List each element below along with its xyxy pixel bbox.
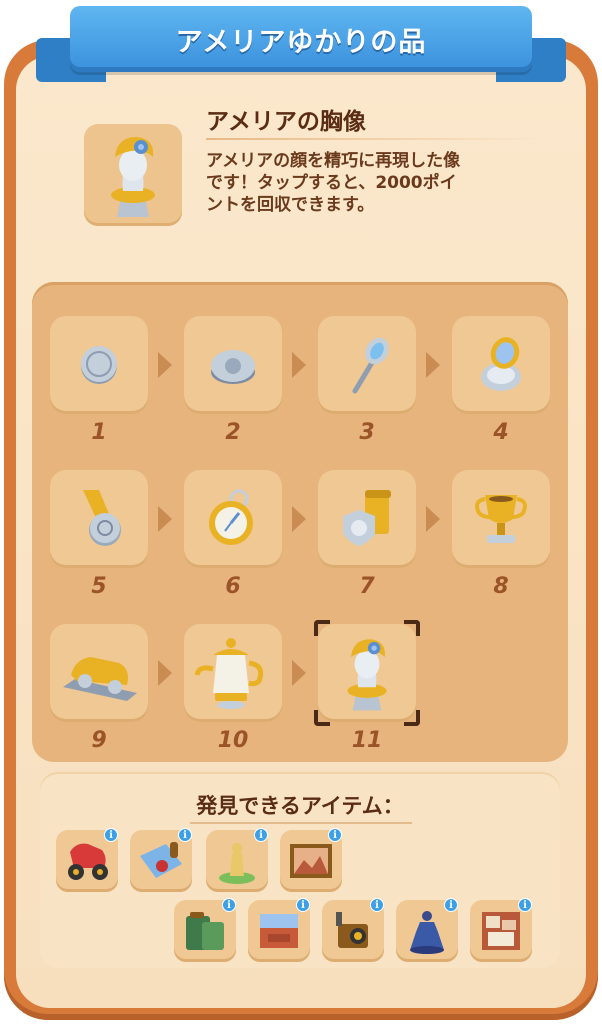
- chain-slot-2[interactable]: [184, 316, 282, 414]
- chain-level-label: 9: [91, 728, 107, 753]
- silver-coin-icon: [81, 346, 117, 384]
- title-underline: [206, 138, 546, 140]
- chain-arrow-icon: [158, 660, 172, 686]
- info-icon[interactable]: i: [328, 828, 342, 842]
- description-line: です！タップすると、2000ポイ: [206, 173, 457, 193]
- letter-wax-seal-icon: [140, 842, 182, 878]
- chain-slot-4[interactable]: [452, 316, 550, 414]
- amelia-bust-icon: [347, 639, 387, 711]
- collage-board-icon: [482, 912, 520, 950]
- chain-arrow-icon: [292, 506, 306, 532]
- chain-level-label: 3: [359, 420, 375, 445]
- chain-level-label: 10: [217, 728, 249, 753]
- info-icon[interactable]: i: [518, 898, 532, 912]
- info-icon[interactable]: i: [222, 898, 236, 912]
- selected-item-name: アメリアの胸像: [206, 109, 366, 135]
- selection-corner: [314, 620, 330, 636]
- hand-mirror-icon: [352, 337, 389, 394]
- info-icon[interactable]: i: [254, 828, 268, 842]
- info-icon[interactable]: i: [444, 898, 458, 912]
- dress-mannequin-icon: [410, 911, 444, 954]
- green-suitcase-icon: [186, 912, 224, 950]
- description-line: ントを回収できます。: [206, 195, 375, 215]
- display-case-icon: [260, 914, 298, 948]
- selection-corner: [404, 620, 420, 636]
- chain-slot-5[interactable]: [50, 470, 148, 568]
- vintage-car-icon: [68, 843, 108, 880]
- dialog-title: アメリアゆかりの品: [175, 26, 427, 58]
- selected-item-frame: [84, 124, 182, 226]
- chain-level-label: 5: [91, 574, 107, 599]
- camera-icon: [336, 912, 368, 948]
- description-line: アメリアの顔を精巧に再現した像: [206, 151, 461, 171]
- chain-slot-7[interactable]: [318, 470, 416, 568]
- amelia-bust-icon: [111, 137, 155, 217]
- car-model-icon: [63, 657, 137, 701]
- chain-level-label: 6: [225, 574, 241, 599]
- chain-level-label: 8: [493, 574, 509, 599]
- chain-slot-1[interactable]: [50, 316, 148, 414]
- chain-arrow-icon: [426, 352, 440, 378]
- chain-slot-3[interactable]: [318, 316, 416, 414]
- chain-arrow-icon: [292, 660, 306, 686]
- painting-icon: [290, 844, 332, 878]
- silver-brooch-icon: [211, 350, 255, 384]
- medal-icon: [83, 490, 121, 546]
- trophy-icon: [475, 495, 527, 543]
- pocket-watch-icon: [209, 489, 253, 545]
- chain-slot-6[interactable]: [184, 470, 282, 568]
- chain-slot-11-selected[interactable]: [318, 624, 416, 722]
- found-in-title: 発見できるアイテム：: [196, 794, 404, 818]
- chain-arrow-icon: [158, 352, 172, 378]
- info-icon[interactable]: i: [370, 898, 384, 912]
- found-in-underline: [190, 822, 412, 824]
- selection-corner: [404, 710, 420, 726]
- chain-slot-9[interactable]: [50, 624, 148, 722]
- info-icon[interactable]: i: [104, 828, 118, 842]
- teapot-icon: [194, 638, 264, 709]
- selected-item-description: アメリアの顔を精巧に再現した像 です！タップすると、2000ポイ ントを回収でき…: [206, 150, 536, 216]
- chain-level-label: 1: [91, 420, 107, 445]
- chain-arrow-icon: [292, 352, 306, 378]
- info-icon[interactable]: i: [296, 898, 310, 912]
- chain-arrow-icon: [158, 506, 172, 532]
- compact-mirror-icon: [481, 337, 521, 391]
- selection-corner: [314, 710, 330, 726]
- chain-level-label: 4: [493, 420, 509, 445]
- chain-slot-8[interactable]: [452, 470, 550, 568]
- statue-icon: [219, 843, 255, 884]
- chain-arrow-icon: [426, 506, 440, 532]
- chain-level-label: 7: [359, 574, 375, 599]
- banner-medal-icon: [343, 490, 391, 546]
- chain-slot-10[interactable]: [184, 624, 282, 722]
- title-ribbon: アメリアゆかりの品: [70, 6, 532, 72]
- chain-level-label: 2: [225, 420, 241, 445]
- chain-level-label: 11: [351, 728, 383, 753]
- info-icon[interactable]: i: [178, 828, 192, 842]
